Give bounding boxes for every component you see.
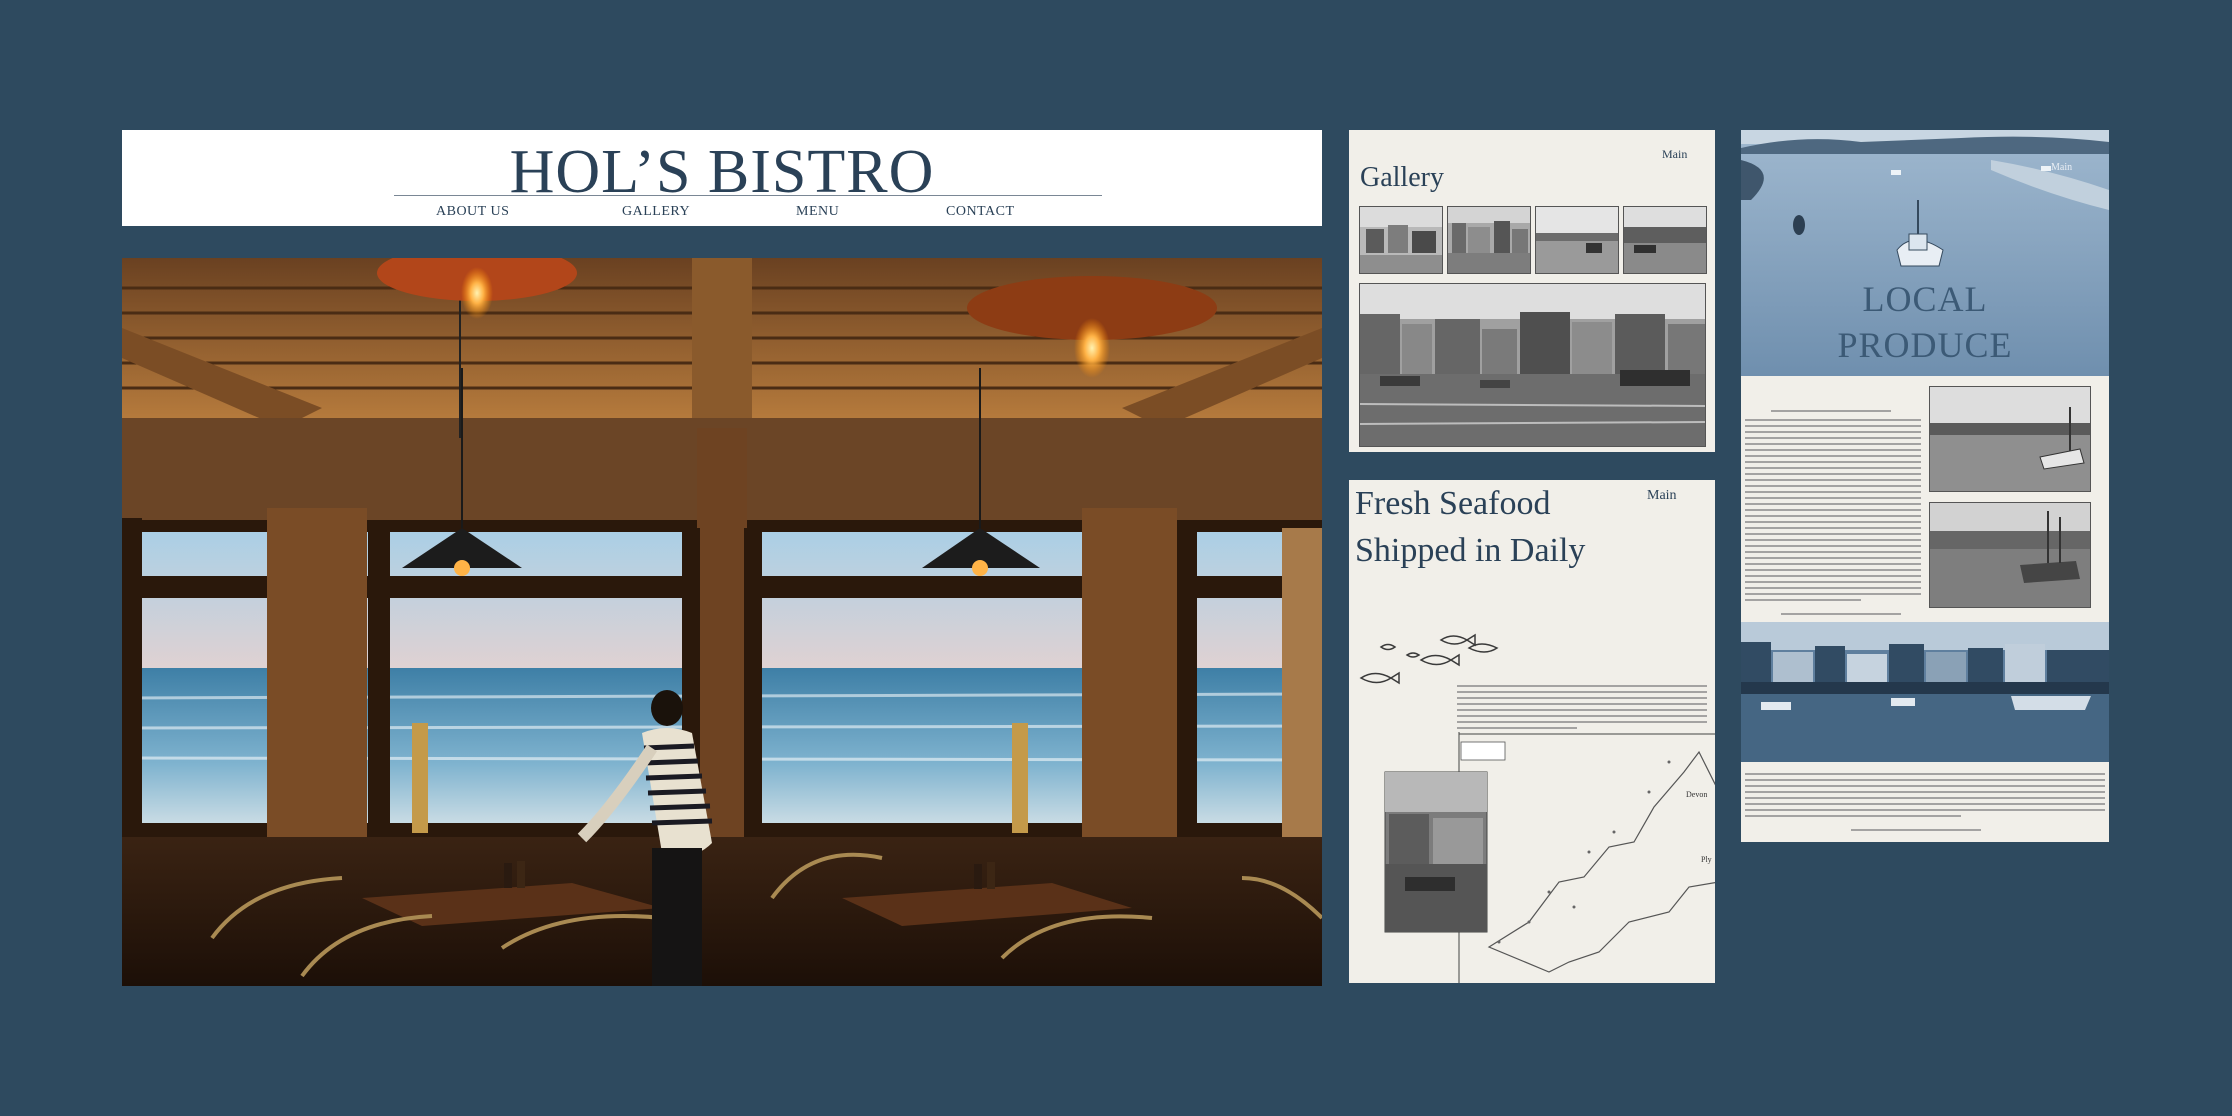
cornwall-map: Devon Ply [1384,732,1715,983]
gallery-thumbnail[interactable] [1447,206,1531,274]
produce-title-line1: LOCAL [1862,279,1988,319]
gallery-main-link[interactable]: Main [1662,147,1687,162]
nav-gallery[interactable]: GALLERY [622,204,690,220]
title-divider [394,195,1102,196]
seafood-title: Fresh Seafood Shipped in Daily [1355,485,1586,569]
local-produce-page-preview: Main LOCAL PRODUCE [1741,130,2109,842]
gallery-thumbnail[interactable] [1359,206,1443,274]
gallery-featured-photo[interactable] [1359,283,1706,447]
seafood-page-preview: Main Fresh Seafood Shipped in Daily Devo… [1349,480,1715,983]
gallery-thumbnail[interactable] [1623,206,1707,274]
site-header: HOL’S BISTRO ABOUT US GALLERY MENU CONTA… [122,130,1322,226]
produce-harbour-band [1741,622,2109,762]
seafood-main-link[interactable]: Main [1647,488,1677,504]
gallery-page-preview: Main Gallery [1349,130,1715,452]
nav-menu[interactable]: MENU [796,204,839,220]
produce-main-link[interactable]: Main [2051,162,2072,173]
hero-photo [122,258,1322,986]
gallery-thumbnail[interactable] [1535,206,1619,274]
site-title: HOL’S BISTRO [509,138,935,206]
produce-title-line2: PRODUCE [1837,325,2013,365]
nav-contact[interactable]: CONTACT [946,204,1015,220]
gallery-title: Gallery [1360,162,1444,193]
produce-photo-boats [1929,502,2091,608]
seafood-body-text [1457,685,1707,729]
map-label-ply: Ply [1701,855,1712,864]
produce-title: LOCAL PRODUCE [1741,276,2109,368]
produce-hero-photo: Main LOCAL PRODUCE [1741,130,2109,376]
produce-footer-text [1745,773,2105,831]
map-label-devon: Devon [1686,790,1707,799]
produce-photo-harbour [1929,386,2091,492]
produce-footer [1741,762,2109,842]
nav-about-us[interactable]: ABOUT US [436,204,509,220]
